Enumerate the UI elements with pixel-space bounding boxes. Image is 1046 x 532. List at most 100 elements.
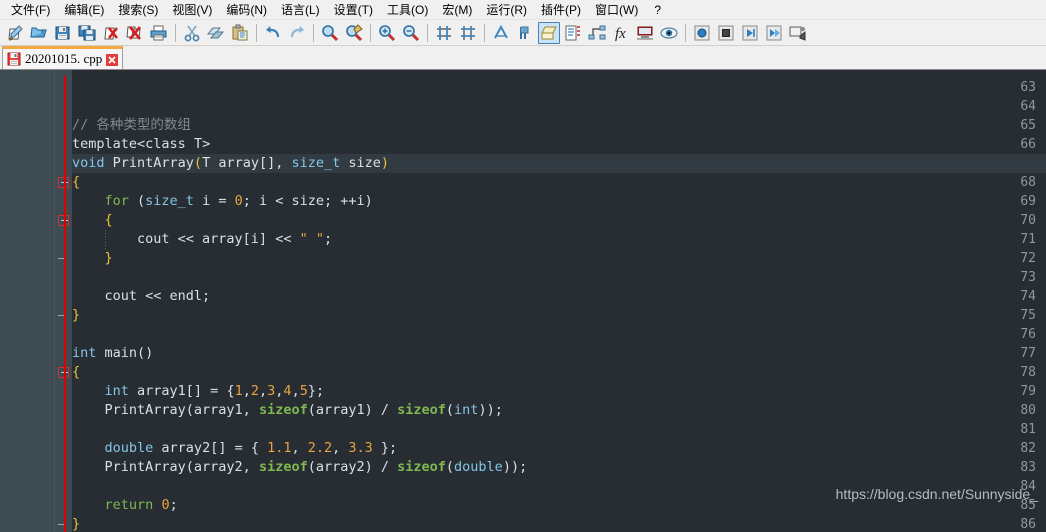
print-icon[interactable] [148,22,170,44]
code-token: double [454,459,503,475]
code-token: { [72,174,81,190]
menu-encoding[interactable]: 编码(N) [219,1,274,19]
code-token: }; [372,440,398,456]
code-token: cout << endl; [72,288,211,304]
find-icon[interactable] [319,22,341,44]
code-line[interactable]: } [72,306,80,325]
redo-icon[interactable] [286,22,308,44]
close-file-icon[interactable] [100,22,122,44]
menu-view[interactable]: 视图(V) [165,1,219,19]
sync-vertical-icon[interactable] [433,22,455,44]
menu-plugins[interactable]: 插件(P) [534,1,588,19]
toolbar-separator [685,23,686,42]
code-token: (array2) / [307,459,398,475]
menu-run[interactable]: 运行(R) [479,1,534,19]
menu-language[interactable]: 语言(L) [274,1,327,19]
code-token: int [104,383,129,399]
menu-macro[interactable]: 宏(M) [435,1,479,19]
menu-window[interactable]: 窗口(W) [588,1,645,19]
user-defined-dialog-icon[interactable] [586,22,608,44]
save-all-icon[interactable] [76,22,98,44]
code-token: 2 [250,383,259,399]
cut-icon[interactable] [181,22,203,44]
code-text-area[interactable]: // 各种类型的数组 template<class T> void PrintArr… [72,70,1046,532]
replace-icon[interactable] [343,22,365,44]
code-token: } [72,307,81,323]
code-token: size_t [145,193,194,209]
code-token: main() [96,345,154,361]
document-map-icon[interactable] [634,22,656,44]
code-line[interactable]: return 0; [72,496,178,515]
code-line[interactable]: for (size_t i = 0; i < size; ++i) [72,192,373,211]
code-line[interactable]: template<class T> [72,135,210,154]
record-macro-icon[interactable] [691,22,713,44]
document-monitor-icon[interactable] [658,22,680,44]
code-editor[interactable]: 6364656667686970717273747576777879808182… [0,70,1046,532]
code-token: " " [299,231,324,247]
code-line[interactable]: } [72,515,80,532]
paste-icon[interactable] [229,22,251,44]
menu-settings[interactable]: 设置(T) [327,1,380,19]
code-token: 0 [234,193,243,209]
code-token: 1.1 [267,440,292,456]
code-line[interactable]: PrintArray(array1, sizeof(array1) / size… [72,401,503,420]
show-eol-icon[interactable] [514,22,536,44]
close-icon[interactable] [106,53,119,66]
code-line[interactable]: { [72,211,113,230]
save-file-icon[interactable] [52,22,74,44]
play-macro-icon[interactable] [739,22,761,44]
code-line[interactable]: cout << endl; [72,287,211,306]
code-token: , [242,383,251,399]
show-whitespace-icon[interactable] [490,22,512,44]
menu-edit[interactable]: 编辑(E) [57,1,111,19]
new-file-icon[interactable] [4,22,26,44]
code-token: template [72,136,138,152]
code-token: sizeof [258,402,308,418]
zoom-out-icon[interactable] [400,22,422,44]
code-line[interactable]: } [72,249,113,268]
undo-icon[interactable] [262,22,284,44]
open-file-icon[interactable] [28,22,50,44]
code-line[interactable]: cout << array[i] << " "; [72,230,332,249]
code-token: return [104,497,154,513]
sync-horizontal-icon[interactable] [457,22,479,44]
menu-search[interactable]: 搜索(S) [111,1,165,19]
code-token: ( [445,402,455,418]
function-list-icon[interactable]: fx [610,22,632,44]
code-line[interactable]: void PrintArray(T array[], size_t size) [72,154,389,173]
code-token: 4 [283,383,292,399]
code-line[interactable]: { [72,363,80,382]
code-line[interactable]: PrintArray(array2, sizeof(array2) / size… [72,458,528,477]
code-line[interactable]: double array2[] = { 1.1, 2.2, 3.3 }; [72,439,398,458]
code-token: sizeof [397,459,446,475]
code-token: T array[], [202,155,292,171]
code-line[interactable]: { [72,173,80,192]
code-token: PrintArray [104,155,194,171]
run-macro-multiple-icon[interactable] [763,22,785,44]
menu-file[interactable]: 文件(F) [4,1,57,19]
code-line[interactable]: // 各种类型的数组 [72,116,191,135]
stop-macro-icon[interactable] [715,22,737,44]
menu-help[interactable]: ? [645,1,670,19]
code-token: array1[] = { [128,383,235,399]
run-icon[interactable] [787,22,809,44]
toolbar-separator [256,23,257,42]
code-token: sizeof [397,402,446,418]
copy-icon[interactable] [205,22,227,44]
notepadpp-window: 文件(F) 编辑(E) 搜索(S) 视图(V) 编码(N) 语言(L) 设置(T) 工具(O)… [0,0,1046,532]
menu-tools[interactable]: 工具(O) [380,1,435,19]
toolbar-separator [427,23,428,42]
code-line[interactable]: int array1[] = {1,2,3,4,5}; [72,382,325,401]
code-token: void [72,155,105,171]
indent-guide-icon[interactable] [562,22,584,44]
change-marker-bar [64,76,66,532]
word-wrap-icon[interactable] [538,21,560,44]
code-line[interactable]: int main() [72,344,153,363]
toolbar-separator [175,23,176,42]
tab-20201015-cpp[interactable]: 20201015. cpp [2,46,124,69]
close-all-icon[interactable] [124,22,146,44]
zoom-in-icon[interactable] [376,22,398,44]
